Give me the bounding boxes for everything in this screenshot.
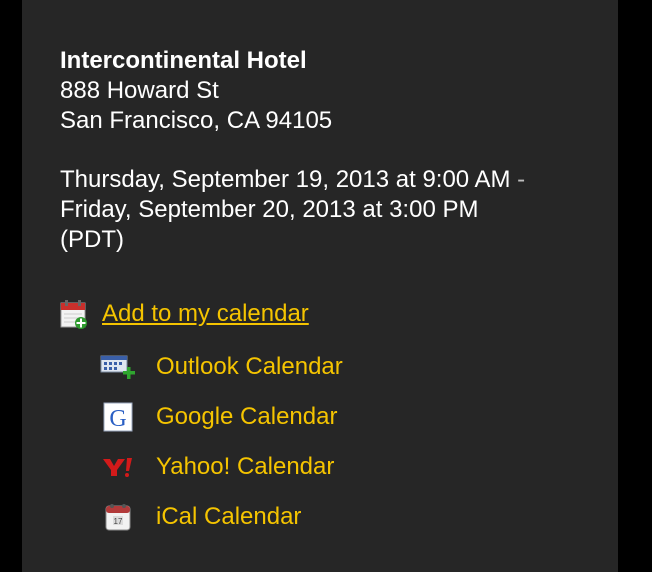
yahoo-icon	[100, 450, 136, 484]
venue-street: 888 Howard St	[60, 77, 219, 104]
date-separator: -	[517, 166, 526, 193]
yahoo-calendar-option[interactable]: Yahoo! Calendar	[100, 450, 334, 484]
venue-city: San Francisco, CA 94105	[60, 107, 333, 134]
svg-text:G: G	[109, 406, 126, 432]
google-icon: G	[100, 400, 136, 434]
ical-calendar-option[interactable]: 17 iCal Calendar	[100, 500, 301, 534]
calendar-add-icon	[60, 299, 88, 329]
add-to-calendar-link[interactable]: Add to my calendar	[102, 300, 309, 328]
ical-icon: 17	[100, 500, 136, 534]
venue-address: Intercontinental Hotel 888 Howard St San…	[60, 46, 332, 136]
event-start: Thursday, September 19, 2013 at 9:00 AM	[60, 166, 511, 193]
google-calendar-option[interactable]: G Google Calendar	[100, 400, 337, 434]
outlook-calendar-icon	[100, 350, 136, 384]
event-details-panel: Intercontinental Hotel 888 Howard St San…	[22, 0, 618, 572]
event-timezone: (PDT)	[60, 226, 124, 253]
venue-name: Intercontinental Hotel	[60, 47, 307, 74]
event-dates: Thursday, September 19, 2013 at 9:00 AM …	[60, 165, 525, 255]
ical-calendar-label: iCal Calendar	[156, 503, 302, 530]
svg-text:17: 17	[114, 517, 123, 526]
outlook-calendar-label: Outlook Calendar	[156, 353, 343, 380]
yahoo-calendar-label: Yahoo! Calendar	[156, 453, 335, 480]
add-to-calendar-row[interactable]: Add to my calendar	[60, 297, 309, 331]
google-calendar-label: Google Calendar	[156, 403, 338, 430]
outlook-calendar-option[interactable]: Outlook Calendar	[100, 350, 343, 384]
event-end: Friday, September 20, 2013 at 3:00 PM	[60, 196, 479, 223]
